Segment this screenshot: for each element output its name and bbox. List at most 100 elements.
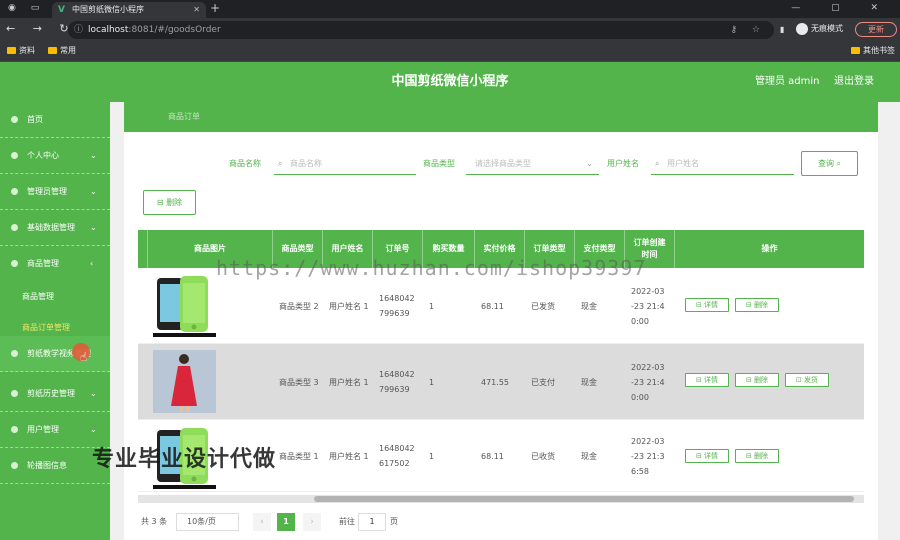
site-info-icon[interactable]: ⓘ <box>74 21 83 39</box>
bookmark-label: 常用 <box>60 46 76 55</box>
browser-tab[interactable]: V 中国剪纸微信小程序 ✕ <box>52 2 206 18</box>
users-icon <box>11 426 18 433</box>
search-icon: ⌕ <box>278 159 283 168</box>
url-host: localhost <box>88 25 129 35</box>
sidebar-item-label: 商品管理 <box>27 259 59 268</box>
current-page[interactable]: 1 <box>277 513 295 531</box>
browser-nav-buttons[interactable]: ← → ↻ <box>6 22 76 35</box>
product-image-dress <box>153 350 216 413</box>
sidebar-item-profile[interactable]: 个人中心 ⌄ <box>0 138 110 174</box>
chevron-down-icon: ⌄ <box>90 389 97 398</box>
sidebar-subitem-goods[interactable]: 商品管理 <box>0 282 110 312</box>
user-label: 管理员 admin <box>755 76 820 87</box>
order-type-cell: 已支付 <box>531 377 555 387</box>
chevron-down-icon: ⌄ <box>90 151 97 160</box>
close-tab-icon[interactable]: ✕ <box>193 2 200 18</box>
sidebar: 首页 个人中心 ⌄ 管理员管理 ⌄ 基础数据管理 ⌄ 商品管理 ‹ 商品管理 商品订单管… <box>0 102 110 540</box>
ship-button[interactable]: ⊡ 发货 <box>785 373 829 387</box>
breadcrumb: 商品订单 <box>124 102 878 132</box>
goods-name-input[interactable]: ⌕ 商品名称 <box>274 155 416 175</box>
created-time-cell: 2022-03 -23 21:4 0:00 <box>631 362 665 402</box>
query-button[interactable]: 查询 ⌕ <box>801 151 858 176</box>
user-name-cell: 用户姓名 1 <box>329 377 369 387</box>
sidebar-item-history[interactable]: 剪纸历史管理 ⌄ <box>0 376 110 412</box>
browser-tab-icons[interactable]: ◉ ▭ <box>8 3 45 13</box>
sidebar-item-label: 轮播图信息 <box>27 461 67 470</box>
sidepanel-icon[interactable]: ▮ <box>780 22 784 38</box>
pay-type-cell: 现金 <box>581 377 597 387</box>
price-cell: 471.55 <box>481 377 509 387</box>
price-cell: 68.11 <box>481 451 504 461</box>
chevron-down-icon: ⌄ <box>586 159 593 168</box>
bookmark-folder[interactable]: 资料 <box>7 42 35 60</box>
goods-type-label: 商品类型 <box>423 159 455 168</box>
delete-button[interactable]: ⊟ 删除 <box>735 373 779 387</box>
goods-type-select[interactable]: 请选择商品类型 ⌄ <box>466 155 599 175</box>
home-icon <box>11 116 18 123</box>
order-no-cell: 1648042 799639 <box>379 370 415 394</box>
browser-toolbar: ← → ↻ ⓘ localhost:8081/#/goodsOrder ⚷ ☆ … <box>0 18 900 42</box>
app-header: 中国剪纸微信小程序 管理员 admin 退出登录 <box>0 62 900 102</box>
bookmark-folder[interactable]: 常用 <box>48 42 76 60</box>
logout-link[interactable]: 退出登录 <box>834 62 874 102</box>
sidebar-item-label: 剪纸历史管理 <box>27 389 75 398</box>
goods-name-placeholder: 商品名称 <box>290 159 322 168</box>
goods-type-cell: 商品类型 3 <box>279 377 319 387</box>
pay-type-cell: 现金 <box>581 451 597 461</box>
user-name-label: 用户姓名 <box>607 159 639 168</box>
goto-label: 前往 <box>339 517 355 526</box>
slogan-watermark: 专业毕业设计代做 <box>92 447 277 472</box>
incognito-indicator[interactable]: 无痕模式 <box>796 21 843 37</box>
folder-icon <box>7 47 16 54</box>
user-name-placeholder: 用户姓名 <box>667 159 699 168</box>
column-header: 操作 <box>761 244 778 253</box>
sidebar-item-label: 基础数据管理 <box>27 223 75 232</box>
user-name-cell: 用户姓名 1 <box>329 451 369 461</box>
window-controls[interactable]: — ▢ ✕ <box>791 0 892 17</box>
table-row[interactable]: 商品类型 3 用户姓名 1 1648042 799639 1 471.55 已支… <box>138 344 864 420</box>
omnibox-icons[interactable]: ⚷ ☆ <box>730 21 766 39</box>
horizontal-scrollbar[interactable] <box>138 495 864 503</box>
sidebar-item-label: 首页 <box>27 115 43 124</box>
update-button[interactable]: 更新 <box>855 22 897 37</box>
checkbox-column-header[interactable] <box>138 230 148 268</box>
folder-icon <box>48 47 57 54</box>
detail-button[interactable]: ⊟ 详情 <box>685 373 729 387</box>
sidebar-item-videos[interactable]: 剪纸教学视频管理 <box>0 336 110 372</box>
prev-page-button[interactable]: ‹ <box>253 513 271 531</box>
image-icon <box>11 462 18 469</box>
goods-icon <box>11 260 18 267</box>
other-bookmarks[interactable]: 其他书签 <box>851 42 895 60</box>
sidebar-item-goods[interactable]: 商品管理 ‹ <box>0 246 110 282</box>
goods-type-placeholder: 请选择商品类型 <box>475 159 531 168</box>
order-no-cell: 1648042 617502 <box>379 444 415 468</box>
history-icon <box>11 390 18 397</box>
page-size-select[interactable]: 10条/页 <box>176 513 239 531</box>
next-page-button[interactable]: › <box>303 513 321 531</box>
sidebar-item-basedata[interactable]: 基础数据管理 ⌄ <box>0 210 110 246</box>
user-name-input[interactable]: ⌕ 用户姓名 <box>651 155 794 175</box>
url-path: :8081/#/goodsOrder <box>128 25 221 35</box>
delete-button[interactable]: ⊟ 删除 <box>735 298 779 312</box>
video-icon <box>11 350 18 357</box>
vue-favicon-icon: V <box>58 5 65 15</box>
sidebar-item-admins[interactable]: 管理员管理 ⌄ <box>0 174 110 210</box>
total-count: 共 3 条 <box>141 517 168 526</box>
search-icon: ⌕ <box>655 159 660 168</box>
sidebar-item-home[interactable]: 首页 <box>0 102 110 138</box>
incognito-label: 无痕模式 <box>811 24 843 33</box>
delete-button[interactable]: ⊟ 删除 <box>735 449 779 463</box>
batch-delete-button[interactable]: ⊟ 删除 <box>143 190 196 215</box>
incognito-icon <box>796 22 808 35</box>
detail-button[interactable]: ⊟ 详情 <box>685 298 729 312</box>
sidebar-item-label: 管理员管理 <box>27 187 67 196</box>
new-tab-button[interactable]: + <box>210 0 220 17</box>
detail-button[interactable]: ⊟ 详情 <box>685 449 729 463</box>
admin-icon <box>11 188 18 195</box>
goto-page-input[interactable]: 1 <box>358 513 386 531</box>
folder-icon <box>851 47 860 54</box>
scrollbar-thumb[interactable] <box>314 496 854 502</box>
chevron-down-icon: ⌄ <box>90 187 97 196</box>
address-bar[interactable]: ⓘ localhost:8081/#/goodsOrder ⚷ ☆ <box>68 21 774 39</box>
goods-type-cell: 商品类型 1 <box>279 451 319 461</box>
